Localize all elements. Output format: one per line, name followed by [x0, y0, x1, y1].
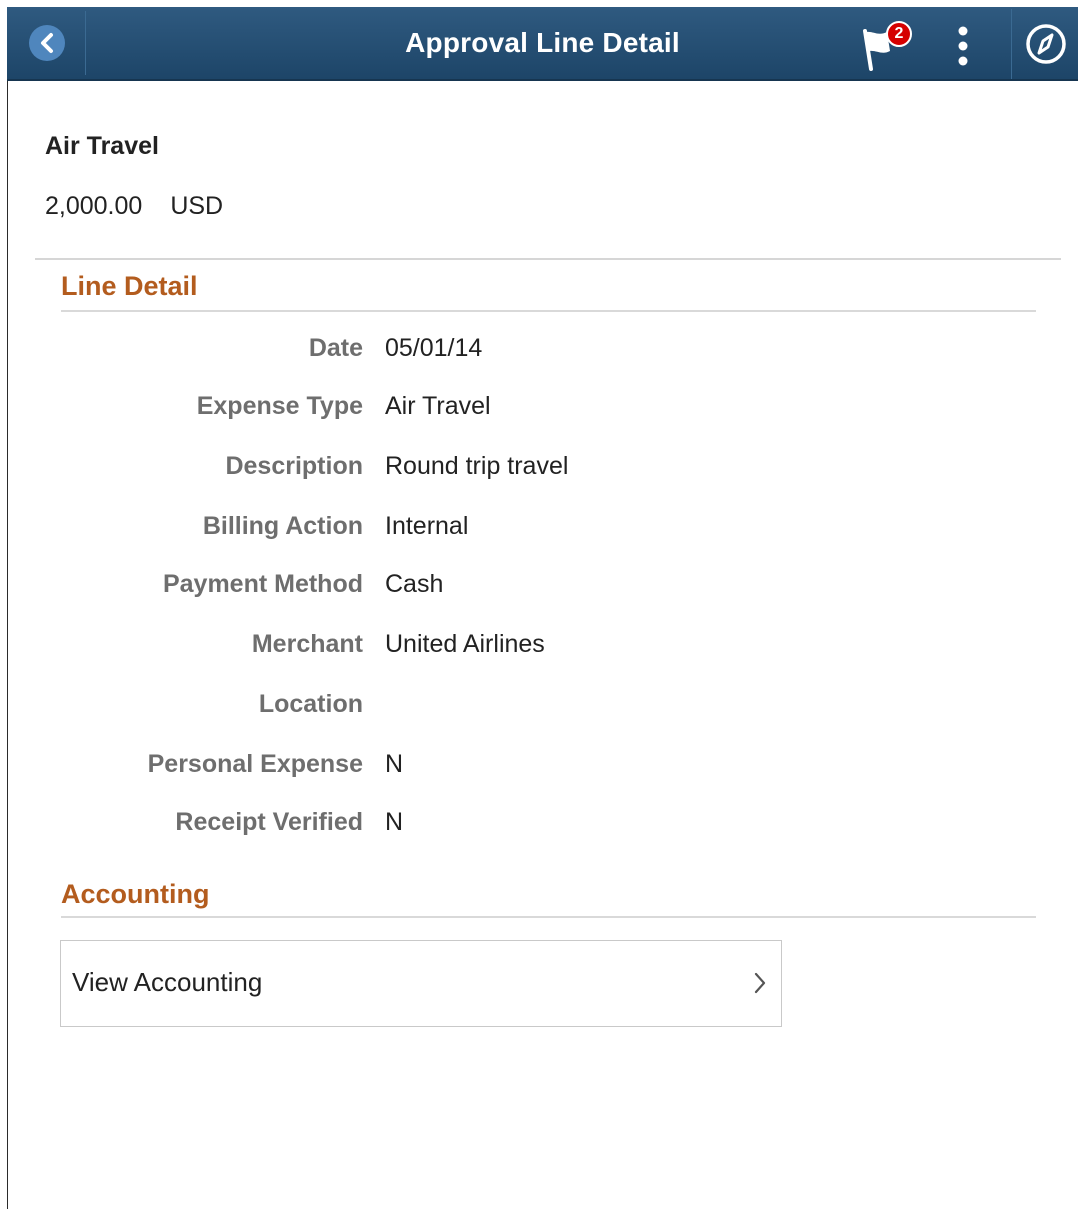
field-label: Receipt Verified — [175, 808, 363, 836]
field-label: Location — [258, 690, 363, 718]
line-detail-heading: Line Detail — [61, 271, 198, 301]
field-value: N — [385, 750, 404, 778]
field-row-expense-type: Expense Type Air Travel — [0, 392, 1078, 426]
field-label: Description — [225, 452, 363, 480]
field-row-personal-expense: Personal Expense N — [0, 750, 1078, 784]
field-label: Expense Type — [196, 392, 363, 420]
field-label: Personal Expense — [147, 750, 363, 778]
accounting-divider — [61, 916, 1036, 918]
accounting-heading: Accounting — [61, 879, 210, 909]
view-accounting-label: View Accounting — [72, 967, 263, 997]
navbar-button[interactable] — [1011, 9, 1078, 79]
expense-amount: 2,000.00 USD — [45, 192, 223, 221]
field-label: Billing Action — [202, 512, 363, 540]
field-row-date: Date 05/01/14 — [0, 334, 1078, 368]
field-value: Internal — [385, 512, 469, 540]
field-value: Air Travel — [385, 392, 491, 420]
field-value: N — [385, 808, 404, 836]
chevron-right-icon — [754, 972, 766, 994]
field-value: United Airlines — [385, 630, 545, 658]
field-row-location: Location — [0, 690, 1078, 724]
expense-title: Air Travel — [45, 132, 159, 160]
field-row-receipt-verified: Receipt Verified N — [0, 808, 1078, 842]
field-label: Date — [308, 334, 363, 362]
line-detail-divider — [61, 310, 1036, 312]
field-row-merchant: Merchant United Airlines — [0, 630, 1078, 664]
view-accounting-link[interactable]: View Accounting — [60, 940, 782, 1027]
field-row-description: Description Round trip travel — [0, 452, 1078, 486]
field-row-payment-method: Payment Method Cash — [0, 570, 1078, 604]
compass-icon — [1025, 24, 1066, 64]
field-label: Payment Method — [162, 570, 363, 598]
amount-value: 2,000.00 — [45, 192, 143, 220]
page-title: Approval Line Detail — [405, 27, 680, 58]
actions-menu-button[interactable] — [943, 21, 983, 71]
field-value: Cash — [385, 570, 444, 598]
summary-divider — [35, 258, 1061, 260]
field-row-billing-action: Billing Action Internal — [0, 512, 1078, 546]
amount-currency: USD — [170, 192, 224, 220]
field-value: Round trip travel — [385, 452, 569, 480]
notification-count-badge: 2 — [886, 21, 912, 47]
field-value: 05/01/14 — [385, 334, 483, 362]
page-header: Approval Line Detail 2 — [7, 7, 1078, 81]
field-label: Merchant — [251, 630, 363, 658]
notifications-button[interactable]: 2 — [849, 17, 915, 73]
page-frame — [7, 7, 1078, 1209]
kebab-menu-icon — [958, 26, 968, 66]
